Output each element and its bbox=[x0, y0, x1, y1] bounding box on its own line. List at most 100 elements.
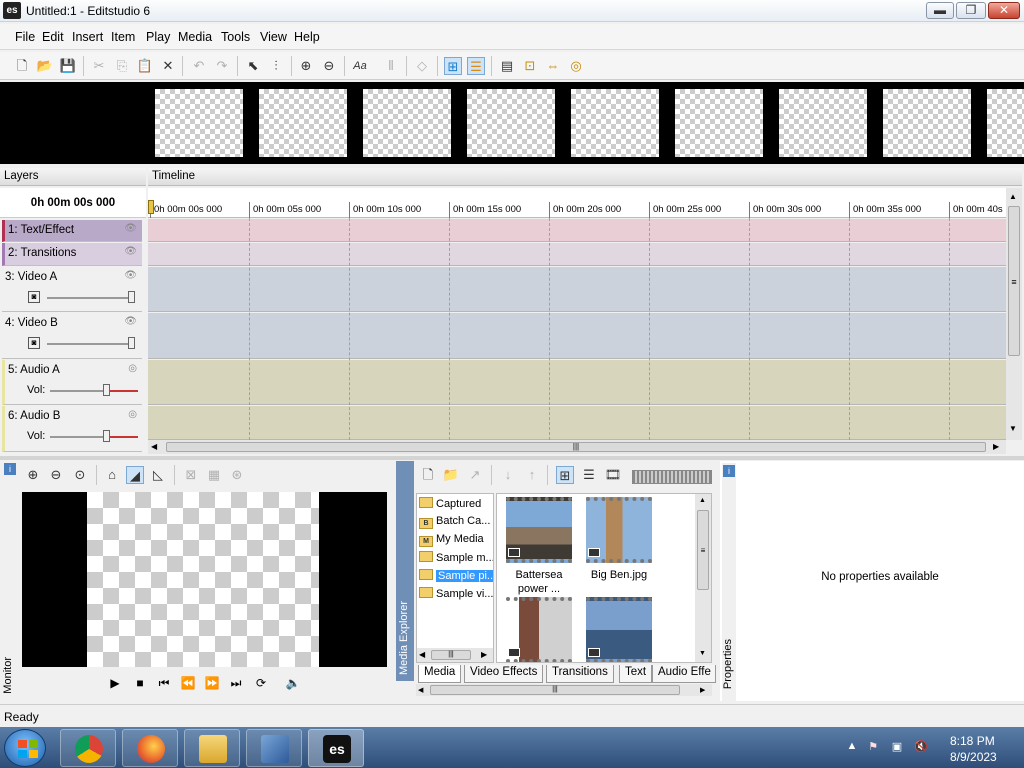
media-hscrollbar[interactable]: ◀ ||| ▶ bbox=[416, 684, 712, 696]
folder-sample-pictures[interactable]: Sample pi... bbox=[419, 569, 493, 585]
move-down-icon[interactable]: ↓ bbox=[499, 466, 517, 484]
target-icon[interactable]: ◎ bbox=[567, 57, 585, 75]
track-text-effect[interactable] bbox=[148, 219, 1006, 242]
open-folder-icon[interactable]: 📂 bbox=[36, 57, 54, 75]
tab-audio-effects[interactable]: Audio Effe bbox=[652, 665, 716, 683]
text-tool-icon[interactable]: Aa bbox=[351, 57, 369, 75]
redo-icon[interactable]: ↷ bbox=[213, 57, 231, 75]
volume-slider-track[interactable] bbox=[50, 436, 138, 438]
folder-captured[interactable]: Captured bbox=[419, 497, 493, 513]
taskbar-chrome[interactable] bbox=[60, 729, 116, 767]
zoom-out-icon[interactable]: ⊖ bbox=[320, 57, 338, 75]
zoom-in-icon[interactable]: ⊕ bbox=[24, 466, 42, 484]
layer-audio-a[interactable]: 5: Audio A ◎ Vol: bbox=[2, 360, 142, 405]
taskbar-network[interactable] bbox=[246, 729, 302, 767]
scroll-up-icon[interactable]: ▲ bbox=[1009, 192, 1017, 201]
grid-icon[interactable]: ▦ bbox=[205, 466, 223, 484]
zoom-fit-icon[interactable]: ⊙ bbox=[71, 466, 89, 484]
scroll-thumb[interactable]: ||| bbox=[166, 442, 986, 452]
tab-transitions[interactable]: Transitions bbox=[546, 665, 614, 683]
eye-icon[interactable]: 👁 bbox=[124, 316, 137, 327]
volume-slider-thumb[interactable] bbox=[103, 384, 110, 396]
scroll-thumb[interactable]: ||| bbox=[430, 685, 680, 695]
volume-slider-thumb[interactable] bbox=[103, 430, 110, 442]
folder-icon[interactable]: 📁 bbox=[442, 466, 460, 484]
folder-batch-capture[interactable]: B Batch Ca... bbox=[419, 515, 493, 531]
track-video-a[interactable] bbox=[148, 267, 1006, 312]
volume-icon[interactable]: 🔈 bbox=[284, 675, 302, 691]
track-audio-b[interactable] bbox=[148, 406, 1006, 440]
tab-video-effects[interactable]: Video Effects bbox=[464, 665, 544, 683]
volume-slider-track[interactable] bbox=[50, 390, 138, 392]
app-icon[interactable]: es bbox=[3, 2, 21, 19]
tab-text[interactable]: Text bbox=[619, 665, 653, 683]
scroll-down-icon[interactable]: ▼ bbox=[699, 650, 706, 657]
network-tray-icon[interactable]: ▣ bbox=[890, 740, 904, 754]
move-up-icon[interactable]: ↑ bbox=[523, 466, 541, 484]
go-to-start-icon[interactable]: ⏮ bbox=[155, 675, 173, 691]
select-pointer-icon[interactable]: ⬉ bbox=[244, 57, 262, 75]
marker-icon[interactable]: ◇ bbox=[413, 57, 431, 75]
scroll-right-icon[interactable]: ▶ bbox=[993, 442, 999, 451]
fit-icon[interactable]: ⊡ bbox=[521, 57, 539, 75]
scroll-left-icon[interactable]: ◀ bbox=[151, 442, 157, 451]
film-frame[interactable] bbox=[467, 89, 555, 157]
thumbnail-size-slider[interactable] bbox=[632, 470, 712, 484]
volume-muted-icon[interactable]: 🔇 bbox=[914, 740, 928, 754]
menu-insert[interactable]: Insert bbox=[72, 30, 103, 44]
thumbnail-photo-3[interactable] bbox=[506, 597, 572, 662]
opacity-slider-track[interactable] bbox=[47, 297, 135, 299]
ripple-icon[interactable]: ☰ bbox=[467, 57, 485, 75]
clock-time[interactable]: 8:18 PM bbox=[950, 734, 995, 748]
menu-item[interactable]: Item bbox=[111, 30, 135, 44]
zoom-in-icon[interactable]: ⊕ bbox=[297, 57, 315, 75]
menu-edit[interactable]: Edit bbox=[42, 30, 64, 44]
start-button[interactable] bbox=[4, 729, 46, 767]
new-file-icon[interactable]: 🗋 bbox=[13, 57, 31, 75]
scroll-right-icon[interactable]: ▶ bbox=[700, 686, 705, 694]
film-view-icon[interactable]: 🎞 bbox=[604, 466, 622, 484]
folder-sample-videos[interactable]: Sample vi... bbox=[419, 587, 493, 603]
rewind-icon[interactable]: ⏪ bbox=[179, 675, 197, 691]
layer-video-a[interactable]: 3: Video A 👁 ◙ bbox=[2, 267, 142, 312]
grid-off-icon[interactable]: ⊠ bbox=[182, 466, 200, 484]
cut-icon[interactable]: ✂ bbox=[90, 57, 108, 75]
scroll-thumb[interactable]: ≡ bbox=[1008, 206, 1020, 356]
scroll-left-icon[interactable]: ◀ bbox=[418, 686, 423, 694]
taskbar-firefox[interactable] bbox=[122, 729, 178, 767]
thumbnail-photo-4[interactable] bbox=[586, 597, 652, 662]
menu-play[interactable]: Play bbox=[146, 30, 170, 44]
curve-icon[interactable]: ◺ bbox=[149, 466, 167, 484]
folder-my-media[interactable]: M My Media bbox=[419, 533, 493, 549]
layer-transitions[interactable]: 2: Transitions 👁 bbox=[2, 243, 142, 266]
track-audio-a[interactable] bbox=[148, 360, 1006, 405]
menu-media[interactable]: Media bbox=[178, 30, 212, 44]
panel-splitter[interactable] bbox=[0, 456, 1024, 460]
video-preview[interactable] bbox=[22, 492, 387, 667]
undo-icon[interactable]: ↶ bbox=[190, 57, 208, 75]
film-frame[interactable] bbox=[883, 89, 971, 157]
close-button[interactable]: ✕ bbox=[988, 2, 1020, 19]
action-center-icon[interactable]: ⚑ bbox=[866, 740, 880, 754]
scroll-left-icon[interactable]: ◀ bbox=[419, 650, 425, 659]
tab-media[interactable]: Media bbox=[418, 665, 462, 683]
timeline-ruler[interactable]: 0h 00m 00s 000 0h 00m 05s 000 0h 00m 10s… bbox=[148, 188, 1008, 218]
copy-icon[interactable]: ⎘ bbox=[113, 57, 131, 75]
video-opacity-icon[interactable]: ◙ bbox=[28, 337, 40, 349]
timeline-vertical-scrollbar[interactable]: ▲ ≡ ▼ bbox=[1006, 188, 1022, 440]
clock-date[interactable]: 8/9/2023 bbox=[950, 750, 997, 764]
stairs-icon[interactable]: ⌂ bbox=[103, 466, 121, 484]
timeline-horizontal-scrollbar[interactable]: ◀ ||| ▶ bbox=[148, 440, 1006, 454]
folder-tree-hscrollbar[interactable]: ◀ ||| ▶ bbox=[417, 648, 493, 662]
eye-icon[interactable]: 👁 bbox=[124, 223, 137, 234]
taskbar-explorer[interactable] bbox=[184, 729, 240, 767]
film-frame[interactable] bbox=[155, 89, 243, 157]
thumbnail-big-ben[interactable] bbox=[586, 497, 652, 563]
save-icon[interactable]: 💾 bbox=[59, 57, 77, 75]
opacity-slider-track[interactable] bbox=[47, 343, 135, 345]
thumbnail-battersea[interactable] bbox=[506, 497, 572, 563]
stop-icon[interactable]: ■ bbox=[131, 675, 149, 691]
video-opacity-icon[interactable]: ◙ bbox=[28, 291, 40, 303]
film-frame[interactable] bbox=[363, 89, 451, 157]
trim-icon[interactable]: ⫶ bbox=[267, 57, 285, 75]
